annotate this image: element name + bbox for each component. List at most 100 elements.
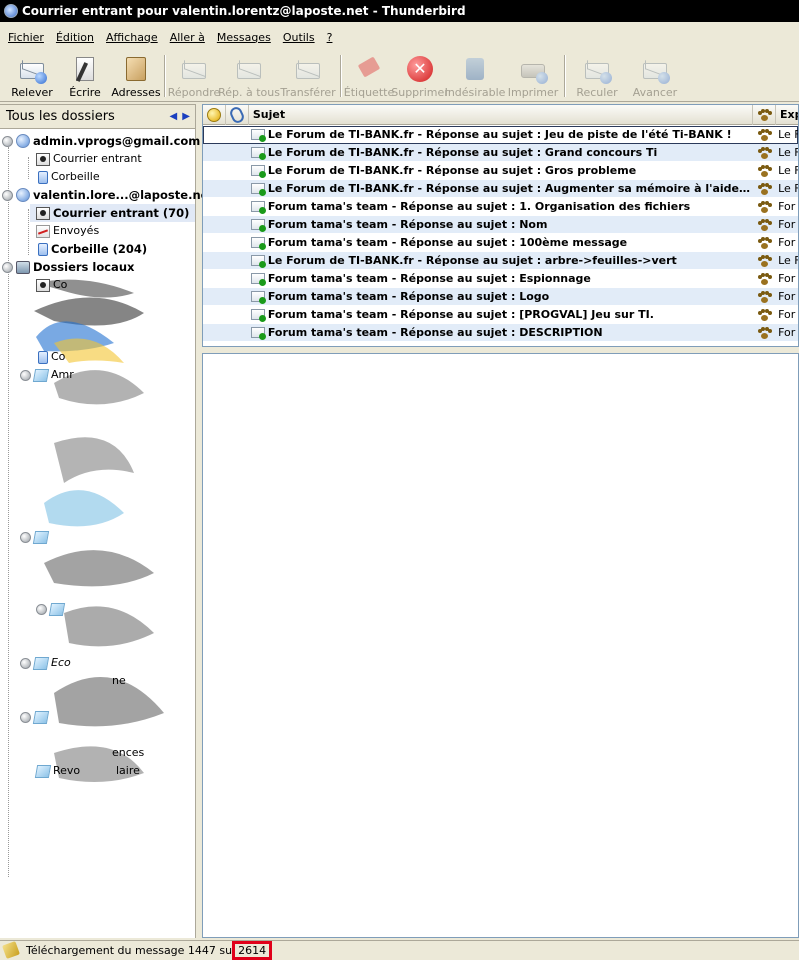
junk-status-cell[interactable]	[753, 144, 776, 161]
folder-partial-eco[interactable]: Eco	[20, 654, 71, 672]
thread-pane: Sujet Exp Le Forum de TI-BANK.fr - Répon…	[202, 104, 799, 347]
folder-partial-revo[interactable]: Revo	[34, 762, 80, 780]
back-button[interactable]: Reculer	[568, 50, 626, 102]
print-button[interactable]: Imprimer	[504, 50, 562, 102]
junk-button[interactable]: Indésirable	[445, 50, 505, 102]
junk-status-cell[interactable]	[753, 126, 776, 143]
table-row[interactable]: Le Forum de TI-BANK.fr - Réponse au suje…	[203, 144, 798, 162]
collapse-twisty-icon[interactable]	[20, 531, 31, 543]
sender-cell: For	[778, 218, 796, 231]
folder-collapsed-1[interactable]	[20, 528, 51, 546]
message-subject: Forum tama's team - Réponse au sujet : […	[267, 307, 654, 321]
junk-status-cell[interactable]	[753, 252, 776, 269]
junk-status-cell[interactable]	[753, 324, 776, 341]
table-row[interactable]: Forum tama's team - Réponse au sujet : […	[203, 306, 798, 324]
thread-column-toggle[interactable]	[203, 105, 226, 125]
collapse-twisty-icon[interactable]	[2, 135, 13, 147]
table-row[interactable]: Le Forum de TI-BANK.fr - Réponse au suje…	[203, 180, 798, 198]
thunderbird-icon	[4, 4, 18, 18]
collapse-twisty-icon[interactable]	[36, 603, 47, 615]
sender-cell: Le F	[778, 146, 798, 159]
account-icon	[16, 188, 30, 202]
tree-guide	[8, 147, 9, 877]
write-button[interactable]: Écrire	[60, 50, 110, 102]
folder-partial-ences[interactable]: ences	[112, 744, 144, 762]
thread-cell	[203, 144, 226, 161]
table-row[interactable]: Forum tama's team - Réponse au sujet : L…	[203, 288, 798, 306]
subject-column-header[interactable]: Sujet	[249, 105, 754, 125]
paw-icon	[758, 109, 773, 121]
table-row[interactable]: Le Forum de TI-BANK.fr - Réponse au suje…	[203, 252, 798, 270]
folder-gmail-trash[interactable]: Corbeille	[36, 168, 100, 186]
thread-cell	[203, 126, 226, 143]
menu-aller-a[interactable]: Aller à	[166, 31, 213, 44]
menu-edition[interactable]: Édition	[52, 31, 102, 44]
folder-collapsed-2[interactable]	[36, 600, 67, 618]
junk-status-cell[interactable]	[753, 162, 776, 179]
sender-cell: Le F	[778, 128, 798, 141]
paw-icon	[758, 201, 773, 213]
forward-button[interactable]: Transférer	[278, 50, 338, 102]
menu-fichier[interactable]: Fichier	[4, 31, 52, 44]
sender-cell: Le F	[778, 254, 798, 267]
attachment-cell	[226, 144, 249, 161]
junk-status-cell[interactable]	[753, 216, 776, 233]
junk-status-cell[interactable]	[753, 270, 776, 287]
folder-gmail-inbox[interactable]: Courrier entrant	[36, 150, 142, 168]
collapse-twisty-icon[interactable]	[20, 711, 31, 723]
junk-status-column-header[interactable]	[753, 105, 776, 125]
folder-icon	[32, 710, 50, 724]
subject-cell: Forum tama's team - Réponse au sujet : D…	[249, 324, 753, 341]
address-book-button[interactable]: Adresses	[110, 50, 162, 102]
menu-help[interactable]: ?	[323, 31, 341, 44]
junk-status-cell[interactable]	[753, 180, 776, 197]
junk-status-cell[interactable]	[753, 198, 776, 215]
folder-partial-co-2[interactable]: Co	[36, 348, 65, 366]
tree-guide	[28, 209, 29, 255]
folder-laposte-trash[interactable]: Corbeille (204)	[36, 240, 147, 258]
menu-messages[interactable]: Messages	[213, 31, 279, 44]
tag-button[interactable]: Étiquette	[344, 50, 394, 102]
table-row[interactable]: Forum tama's team - Réponse au sujet : N…	[203, 216, 798, 234]
thread-cell	[203, 162, 226, 179]
menu-outils[interactable]: Outils	[279, 31, 323, 44]
get-mail-button[interactable]: Relever	[4, 50, 60, 102]
account-gmail[interactable]: admin.vprogs@gmail.com	[2, 132, 200, 150]
folder-partial-co[interactable]: Co	[36, 276, 67, 294]
folder-view-arrows-icon[interactable]: ◀ ▶	[169, 105, 191, 129]
folder-collapsed-3[interactable]	[20, 708, 51, 726]
sender-column-header[interactable]: Exp	[776, 105, 798, 125]
junk-status-cell[interactable]	[753, 288, 776, 305]
table-row[interactable]: Forum tama's team - Réponse au sujet : 1…	[203, 198, 798, 216]
reply-button[interactable]: Répondre	[168, 50, 220, 102]
folder-partial-ne[interactable]: ne	[112, 672, 126, 690]
account-laposte[interactable]: valentin.lore...@laposte.net	[2, 186, 214, 204]
subject-cell: Forum tama's team - Réponse au sujet : 1…	[249, 234, 753, 251]
forward-nav-button[interactable]: Avancer	[626, 50, 684, 102]
folder-partial-amr[interactable]: Amr	[20, 366, 74, 384]
table-row[interactable]: Le Forum de TI-BANK.fr - Réponse au suje…	[203, 162, 798, 180]
thread-cell	[203, 216, 226, 233]
junk-status-cell[interactable]	[753, 306, 776, 323]
collapse-twisty-icon[interactable]	[2, 261, 13, 273]
collapse-twisty-icon[interactable]	[20, 657, 31, 669]
menu-affichage[interactable]: Affichage	[102, 31, 166, 44]
table-row[interactable]: Forum tama's team - Réponse au sujet : 1…	[203, 234, 798, 252]
folder-laposte-inbox[interactable]: Courrier entrant (70)	[30, 204, 195, 222]
table-row[interactable]: Le Forum de TI-BANK.fr - Réponse au suje…	[203, 126, 798, 144]
delete-button[interactable]: ✕ Supprimer	[391, 50, 449, 102]
message-subject: Le Forum de TI-BANK.fr - Réponse au suje…	[267, 253, 677, 267]
attachment-column-header[interactable]	[226, 105, 249, 125]
attachment-cell	[226, 288, 249, 305]
thread-cell	[203, 306, 226, 323]
folder-partial-laire[interactable]: laire	[116, 762, 140, 780]
table-row[interactable]: Forum tama's team - Réponse au sujet : E…	[203, 270, 798, 288]
folder-laposte-sent[interactable]: Envoyés	[36, 222, 99, 240]
table-row[interactable]: Forum tama's team - Réponse au sujet : D…	[203, 324, 798, 342]
collapse-twisty-icon[interactable]	[20, 369, 31, 381]
junk-status-cell[interactable]	[753, 234, 776, 251]
reply-all-button[interactable]: Rép. à tous	[218, 50, 280, 102]
collapse-twisty-icon[interactable]	[2, 189, 13, 201]
reply-icon	[179, 54, 209, 84]
paw-icon	[758, 219, 773, 231]
